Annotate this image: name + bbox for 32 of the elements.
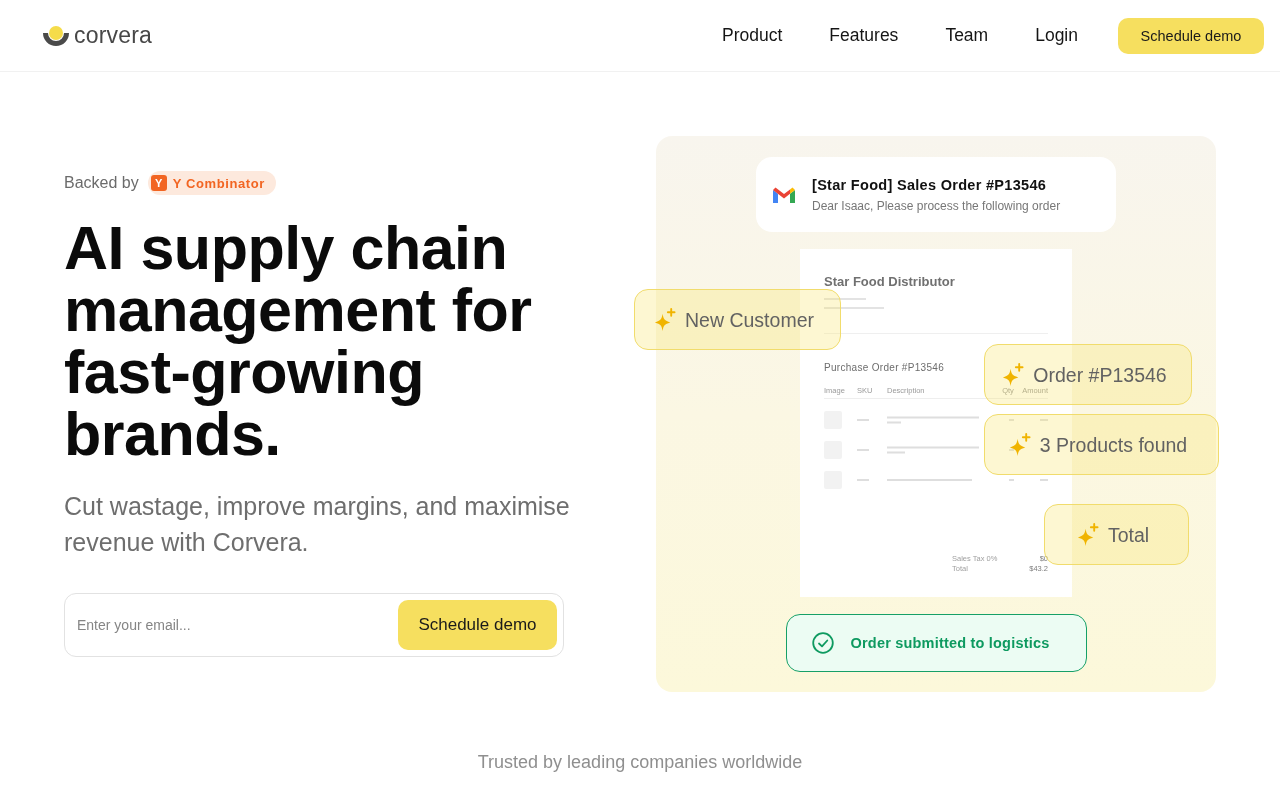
status-text: Order submitted to logistics: [850, 635, 1050, 651]
email-input[interactable]: Enter your email...: [65, 594, 398, 656]
schedule-demo-button[interactable]: Schedule demo: [1118, 17, 1264, 54]
nav-link[interactable]: Team: [945, 25, 989, 46]
address-lines-sketch: [824, 298, 884, 309]
logo-link[interactable]: corvera: [43, 22, 153, 49]
check-circle-icon: [811, 632, 834, 654]
backed-by-text: Backed by: [64, 174, 139, 192]
company-name: Star Food Distributor: [824, 274, 955, 290]
logo-icon: [43, 25, 69, 46]
tag-label: New Customer: [685, 308, 814, 331]
tag-label: Total: [1107, 523, 1150, 546]
hero-headline: AI supply chain management for fast-growing brands.: [64, 217, 533, 465]
nav-link[interactable]: Product: [722, 25, 783, 46]
sparkle-icon: [1007, 433, 1031, 456]
trusted-by-text: Trusted by leading companies worldwide: [477, 752, 803, 772]
order-title: Purchase Order #P13546: [824, 361, 944, 374]
email-snippet: Dear Isaac, Please process the following order: [812, 198, 1061, 213]
mail-icon: [773, 186, 795, 203]
email-subject: [Star Food] Sales Order #P13546: [812, 176, 1047, 193]
nav-link[interactable]: Features: [829, 25, 899, 46]
tag-label: Order #P13546: [1033, 363, 1167, 386]
tag-label: 3 Products found: [1039, 433, 1188, 456]
hero-subtitle: Cut wastage, improve margins, and maximise revenue with Corvera.: [64, 491, 571, 558]
sparkle-icon: [653, 308, 676, 331]
sparkle-icon: [1001, 363, 1025, 386]
badge-label: Y Combinator: [172, 175, 265, 191]
email-signup-field[interactable]: Enter your email... Schedule demo: [64, 593, 564, 657]
logo-tile: Y: [150, 175, 167, 191]
sparkle-icon: [1075, 523, 1099, 546]
schedule-demo-button[interactable]: Schedule demo: [398, 600, 557, 650]
nav-link[interactable]: Login: [1035, 25, 1078, 46]
